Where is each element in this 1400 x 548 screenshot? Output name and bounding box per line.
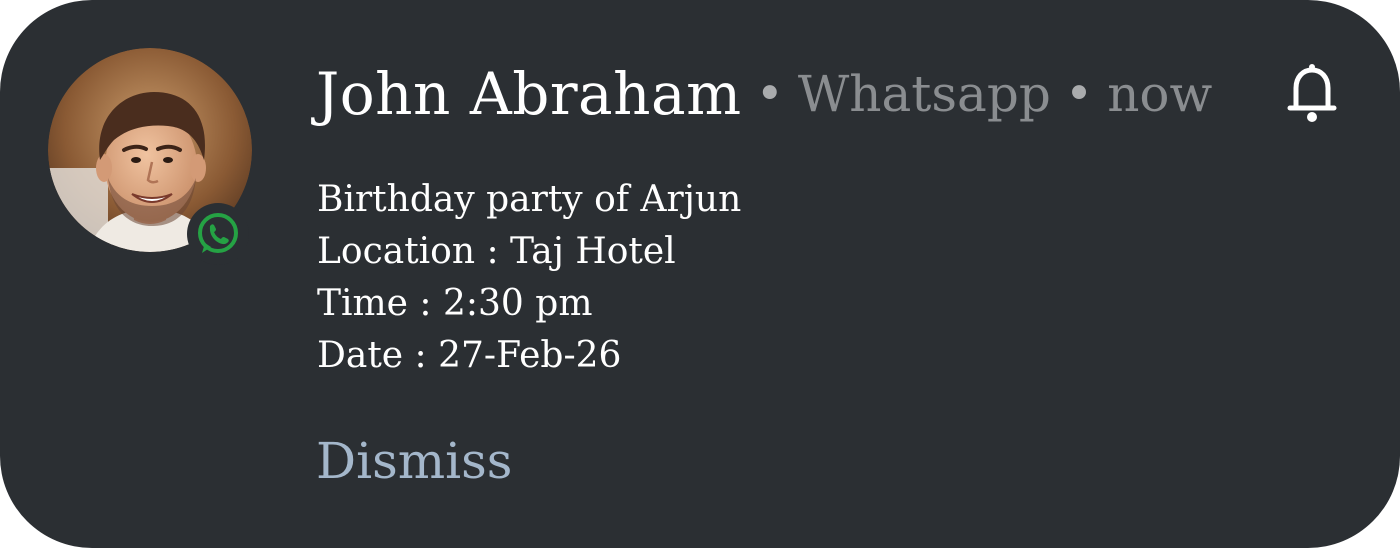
avatar-container	[48, 48, 252, 265]
message-line: Location : Taj Hotel	[317, 231, 676, 272]
sender-name: John Abraham	[316, 60, 742, 128]
message-line: Time : 2:30 pm	[317, 283, 593, 324]
whatsapp-icon	[187, 203, 249, 265]
dismiss-button[interactable]: Dismiss	[316, 432, 512, 490]
app-name: Whatsapp	[797, 65, 1051, 123]
message-body: Birthday party of Arjun Location : Taj H…	[317, 174, 741, 382]
bell-icon[interactable]	[1282, 62, 1342, 124]
separator: •	[1064, 66, 1094, 122]
message-line: Date : 27-Feb-26	[317, 335, 622, 376]
separator: •	[755, 66, 784, 122]
notification-header: John Abraham • Whatsapp • now	[316, 56, 1212, 132]
message-line: Birthday party of Arjun	[317, 179, 742, 220]
timestamp: now	[1107, 65, 1213, 123]
notification-card[interactable]: John Abraham • Whatsapp • now Birthday p…	[0, 0, 1400, 548]
